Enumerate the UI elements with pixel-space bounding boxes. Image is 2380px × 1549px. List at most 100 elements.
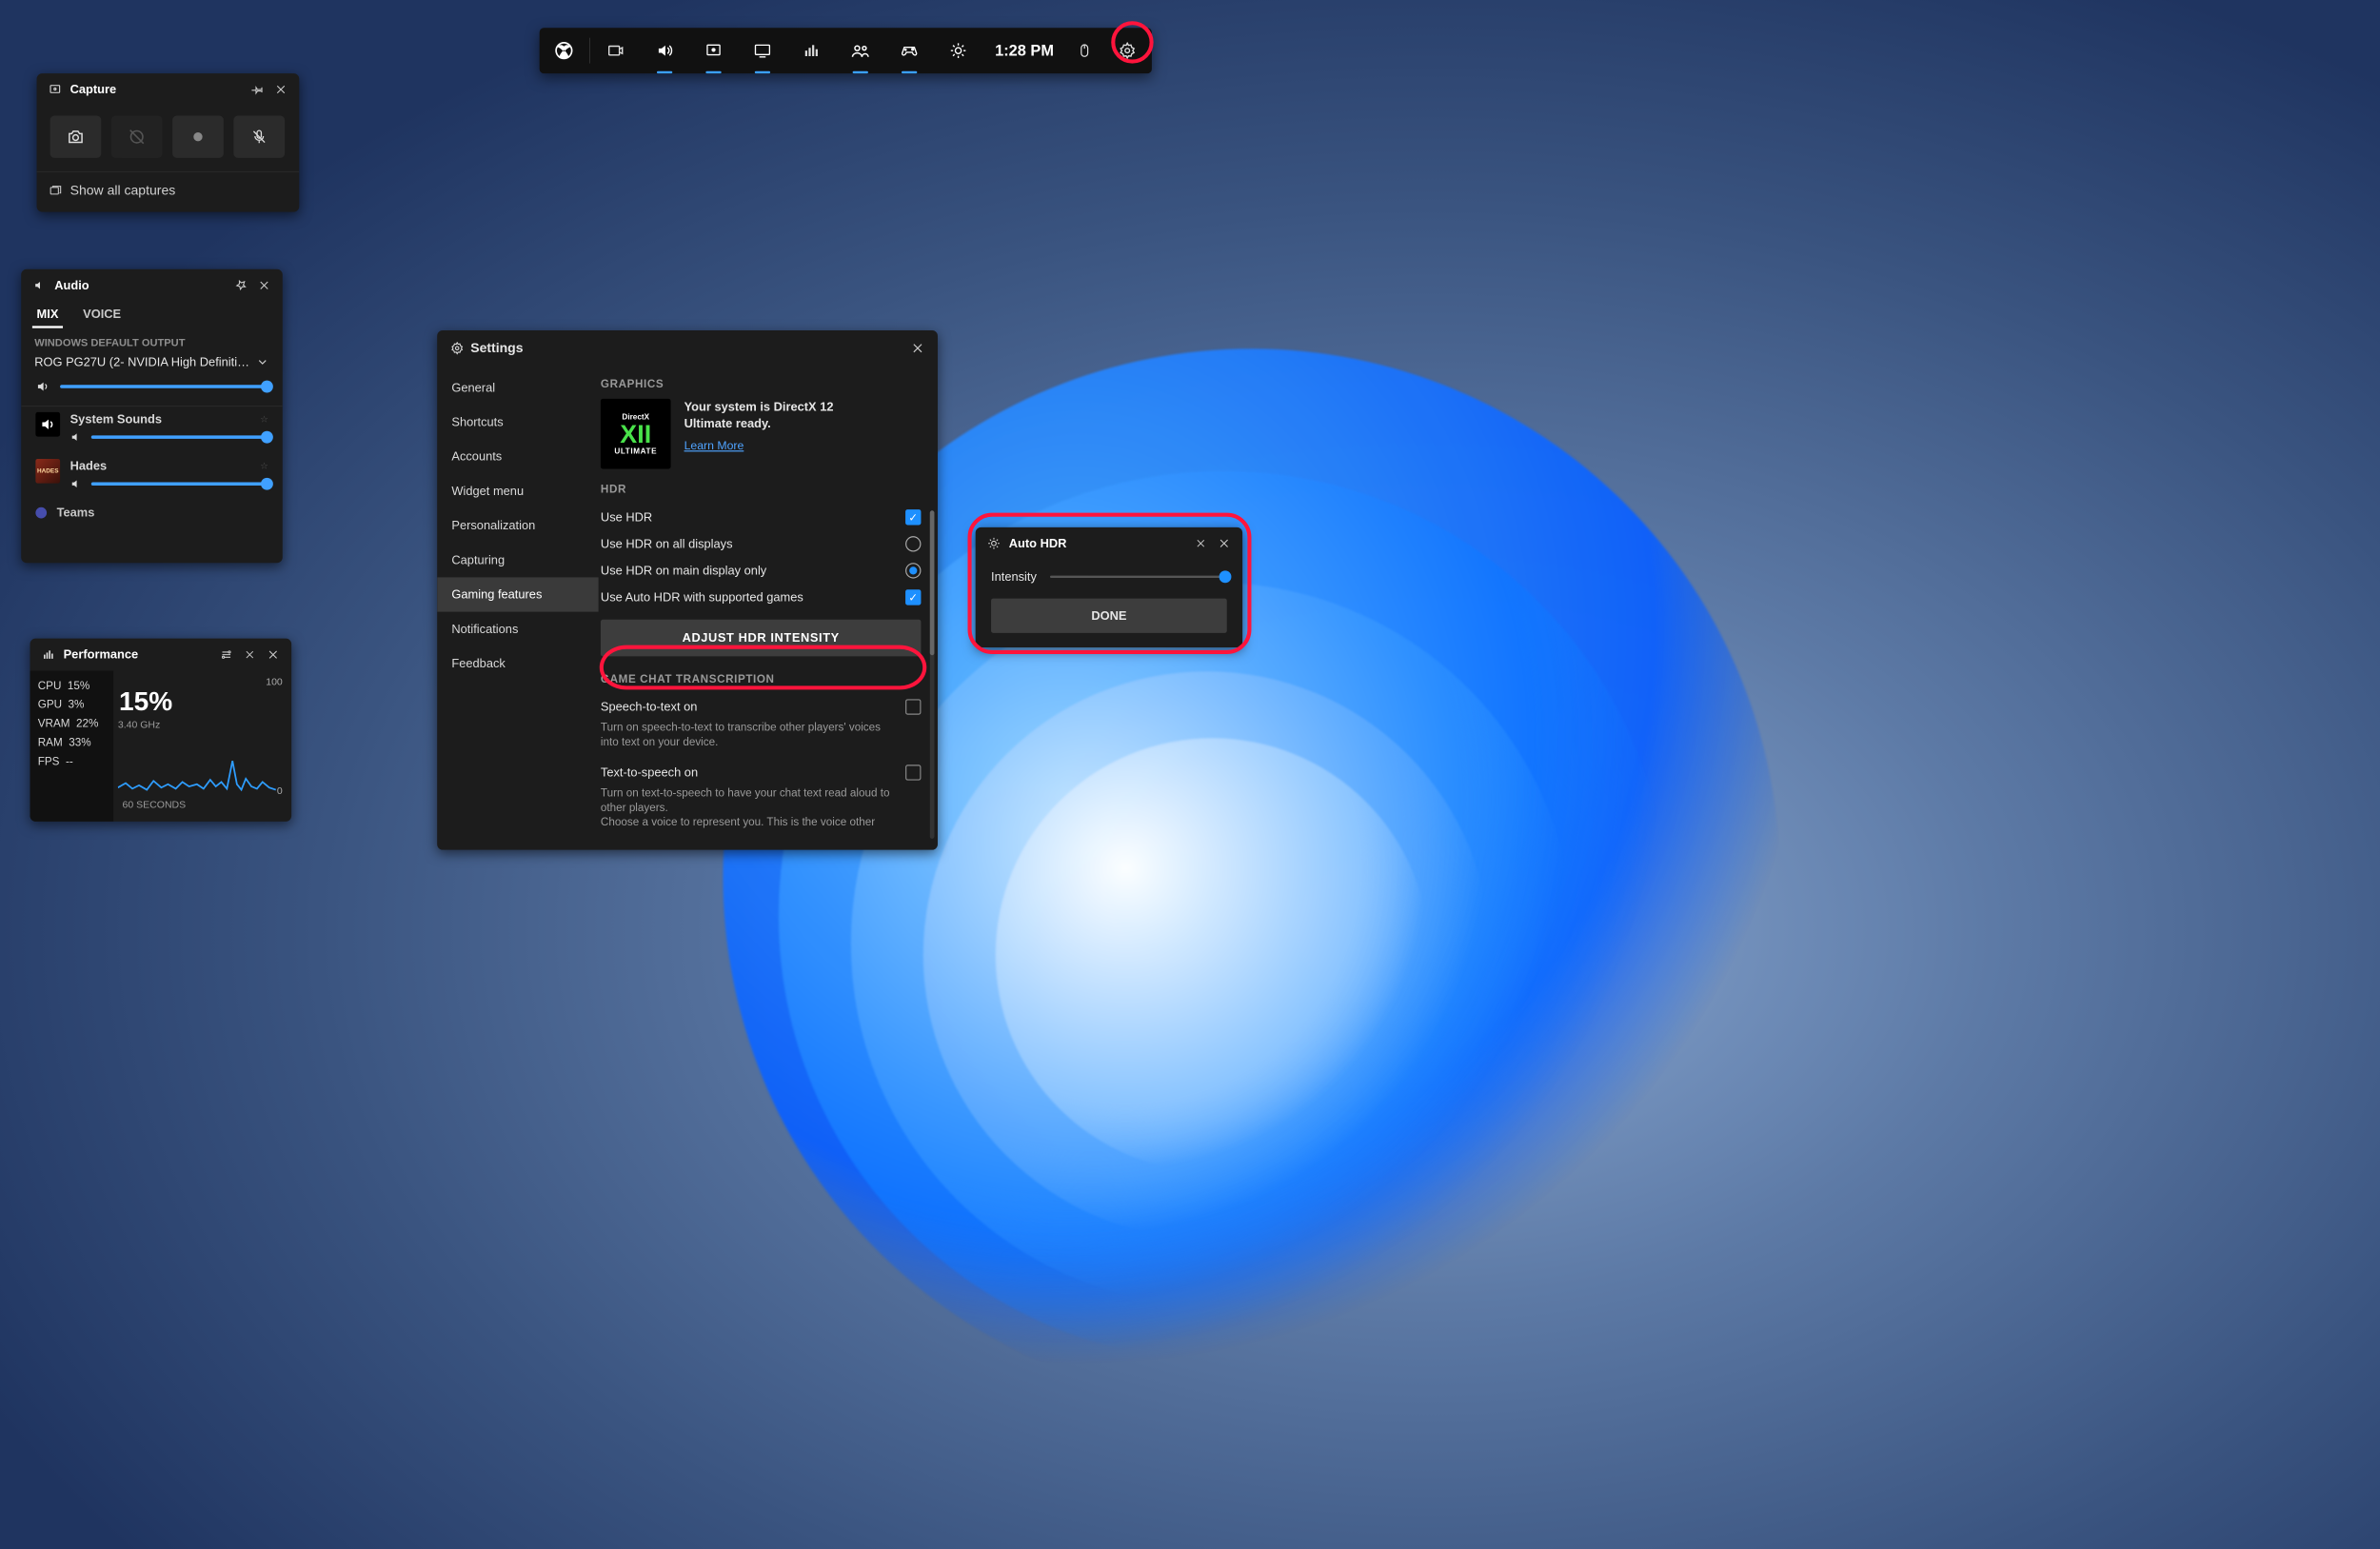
default-output-label: WINDOWS DEFAULT OUTPUT <box>21 328 283 353</box>
capture-widget: Capture Show all captures <box>37 73 300 211</box>
settings-scrollbar[interactable] <box>930 510 935 839</box>
directx-logo: DirectX XII ULTIMATE <box>601 399 671 469</box>
capture-title-icon <box>47 81 64 98</box>
perf-big-percent: 15% <box>118 679 283 720</box>
social-icon[interactable] <box>836 28 884 73</box>
menu-capturing[interactable]: Capturing <box>437 543 598 577</box>
auto-hdr-widget: Auto HDR Intensity DONE <box>976 527 1242 647</box>
menu-shortcuts[interactable]: Shortcuts <box>437 405 598 439</box>
menu-general[interactable]: General <box>437 370 598 405</box>
pin-icon[interactable] <box>1193 535 1210 552</box>
mouse-icon[interactable] <box>1066 28 1103 73</box>
tab-mix[interactable]: MIX <box>34 302 61 328</box>
brightness-icon <box>985 535 1002 552</box>
show-all-captures[interactable]: Show all captures <box>37 172 300 212</box>
app-icon <box>35 412 60 437</box>
app-volume-slider[interactable] <box>91 435 268 439</box>
favorite-icon[interactable]: ☆ <box>260 461 268 472</box>
opt-hdr-all: Use HDR on all displays <box>601 537 733 551</box>
intensity-slider[interactable] <box>1050 576 1227 578</box>
stt-desc: Turn on speech-to-text to transcribe oth… <box>601 721 921 749</box>
favorite-icon[interactable]: ☆ <box>260 414 268 426</box>
pin-icon[interactable] <box>249 81 267 98</box>
app-name: System Sounds <box>70 412 162 427</box>
menu-gaming-features[interactable]: Gaming features <box>437 577 598 611</box>
display-icon[interactable] <box>738 28 786 73</box>
performance-icon[interactable] <box>787 28 836 73</box>
done-button[interactable]: DONE <box>991 599 1227 633</box>
opt-use-hdr: Use HDR <box>601 510 652 525</box>
use-hdr-checkbox[interactable]: ✓ <box>905 509 921 525</box>
broadcast-icon[interactable] <box>591 28 640 73</box>
chat-heading: GAME CHAT TRANSCRIPTION <box>601 673 921 685</box>
learn-more-link[interactable]: Learn More <box>684 438 863 455</box>
mic-button[interactable] <box>233 116 285 158</box>
auto-hdr-title: Auto HDR <box>1009 536 1067 550</box>
audio-icon[interactable] <box>640 28 688 73</box>
hdr-main-radio[interactable] <box>905 563 921 578</box>
capture-icon[interactable] <box>689 28 738 73</box>
close-icon[interactable] <box>1216 535 1233 552</box>
menu-widget[interactable]: Widget menu <box>437 474 598 508</box>
wallpaper-swirl <box>996 738 1430 1172</box>
opt-auto-hdr: Use Auto HDR with supported games <box>601 590 803 605</box>
volume-icon <box>70 478 83 490</box>
directx-status: Your system is DirectX 12 Ultimate ready… <box>684 399 863 432</box>
app-icon <box>35 507 47 519</box>
screenshot-button[interactable] <box>50 116 102 158</box>
hdr-all-radio[interactable] <box>905 536 921 551</box>
audio-title-icon <box>31 277 49 294</box>
pin-icon[interactable] <box>242 646 259 664</box>
hdr-heading: HDR <box>601 484 921 496</box>
tab-voice[interactable]: VOICE <box>81 302 124 328</box>
tts-desc: Turn on text-to-speech to have your chat… <box>601 785 921 814</box>
master-volume-slider[interactable] <box>60 385 268 388</box>
controller-icon[interactable] <box>884 28 933 73</box>
perf-stats: CPU 15% GPU 3% VRAM 22% RAM 33% FPS -- <box>30 671 114 822</box>
options-icon[interactable] <box>218 646 235 664</box>
performance-title-icon <box>40 646 57 664</box>
menu-personalization[interactable]: Personalization <box>437 508 598 543</box>
gear-icon <box>450 342 464 355</box>
menu-feedback[interactable]: Feedback <box>437 646 598 681</box>
toolbar-clock: 1:28 PM <box>982 28 1066 73</box>
app-volume-slider[interactable] <box>91 483 268 487</box>
perf-freq: 3.40 GHz <box>118 719 283 730</box>
close-icon[interactable] <box>272 81 289 98</box>
capture-title: Capture <box>70 82 117 96</box>
gamebar-toolbar: 1:28 PM <box>540 28 1152 73</box>
adjust-hdr-intensity-button[interactable]: ADJUST HDR INTENSITY <box>601 620 921 657</box>
close-icon[interactable] <box>256 277 273 294</box>
menu-accounts[interactable]: Accounts <box>437 440 598 474</box>
close-icon[interactable] <box>265 646 282 664</box>
performance-title: Performance <box>64 647 139 662</box>
close-icon[interactable] <box>911 342 924 355</box>
record-last-button[interactable] <box>111 116 163 158</box>
output-device-dropdown[interactable]: ROG PG27U (2- NVIDIA High Definition A..… <box>21 352 283 377</box>
menu-notifications[interactable]: Notifications <box>437 612 598 646</box>
stt-title: Speech-to-text on <box>601 700 697 714</box>
chevron-down-icon <box>256 355 269 368</box>
graphics-heading: GRAPHICS <box>601 378 921 390</box>
perf-spark-chart <box>118 731 279 798</box>
audio-title: Audio <box>54 278 89 292</box>
auto-hdr-checkbox[interactable]: ✓ <box>905 589 921 605</box>
brightness-icon[interactable] <box>934 28 982 73</box>
tts-checkbox[interactable] <box>905 765 921 780</box>
settings-icon[interactable] <box>1102 28 1151 73</box>
xbox-icon[interactable] <box>540 28 588 73</box>
opt-hdr-main: Use HDR on main display only <box>601 564 766 578</box>
stt-checkbox[interactable] <box>905 699 921 714</box>
tts-extra: Choose a voice to represent you. This is… <box>601 815 921 829</box>
app-name: Teams <box>57 506 268 520</box>
app-icon: HADES <box>35 459 60 484</box>
settings-title: Settings <box>470 341 523 356</box>
settings-panel: Settings General Shortcuts Accounts Widg… <box>437 330 938 850</box>
settings-menu: General Shortcuts Accounts Widget menu P… <box>437 366 598 849</box>
volume-icon <box>70 431 83 444</box>
app-name: Hades <box>70 459 108 473</box>
tts-title: Text-to-speech on <box>601 765 698 780</box>
pin-icon[interactable] <box>232 277 249 294</box>
record-button[interactable] <box>172 116 224 158</box>
audio-widget: Audio MIX VOICE WINDOWS DEFAULT OUTPUT R… <box>21 269 283 563</box>
